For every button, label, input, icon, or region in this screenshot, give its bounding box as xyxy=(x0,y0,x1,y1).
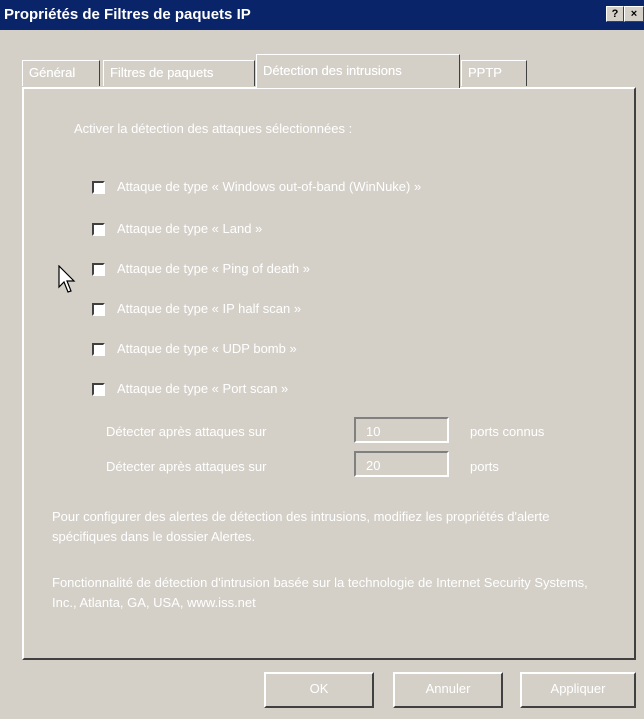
ok-button-label: OK xyxy=(309,681,329,696)
tab-pptp[interactable]: PPTP xyxy=(461,60,527,86)
attack-label-udp-bomb: Attaque de type « UDP bomb » xyxy=(117,341,297,356)
close-icon: × xyxy=(630,8,638,20)
mouse-pointer-icon xyxy=(58,265,76,293)
tab-pptp-label: PPTP xyxy=(468,65,502,80)
help-button[interactable]: ? xyxy=(606,6,624,22)
attack-checkbox-ip-half-scan[interactable] xyxy=(92,303,105,316)
cancel-button[interactable]: Annuler xyxy=(393,672,503,708)
apply-button-label: Appliquer xyxy=(550,681,606,696)
tab-packet-filters[interactable]: Filtres de paquets xyxy=(103,60,255,86)
ok-button[interactable]: OK xyxy=(264,672,374,708)
attack-checkbox-land[interactable] xyxy=(92,223,105,236)
attack-label-port-scan: Attaque de type « Port scan » xyxy=(117,381,289,396)
all-ports-input[interactable]: 20 xyxy=(354,451,449,477)
all-ports-suffix: ports xyxy=(470,459,499,474)
iss-credit: Fonctionnalité de détection d'intrusion … xyxy=(52,575,588,610)
title-bar: Propriétés de Filtres de paquets IP ? × xyxy=(0,0,644,30)
all-ports-label: Détecter après attaques sur xyxy=(106,459,267,474)
window-title: Propriétés de Filtres de paquets IP xyxy=(4,6,251,23)
apply-button[interactable]: Appliquer xyxy=(520,672,636,708)
intrusion-detection-panel: Activer la détection des attaques sélect… xyxy=(22,87,636,660)
attack-checkbox-ping-of-death[interactable] xyxy=(92,263,105,276)
well-known-ports-suffix: ports connus xyxy=(470,424,545,439)
attack-label-winnuke: Attaque de type « Windows out-of-band (W… xyxy=(117,179,422,194)
attack-checkbox-udp-bomb[interactable] xyxy=(92,343,105,356)
attack-label-ping-of-death: Attaque de type « Ping of death » xyxy=(117,261,310,276)
attack-checkbox-winnuke[interactable] xyxy=(92,181,105,194)
attacks-heading: Activer la détection des attaques sélect… xyxy=(74,121,353,136)
cancel-button-label: Annuler xyxy=(425,681,471,696)
attack-checkbox-port-scan[interactable] xyxy=(92,383,105,396)
alerts-note: Pour configurer des alertes de détection… xyxy=(52,509,550,544)
attack-label-land: Attaque de type « Land » xyxy=(117,221,263,236)
well-known-ports-input[interactable]: 10 xyxy=(354,417,449,443)
tab-general-label: Général xyxy=(29,65,76,80)
tab-intrusion-detection-label: Détection des intrusions xyxy=(263,63,402,78)
tab-intrusion-detection[interactable]: Détection des intrusions xyxy=(256,54,460,88)
tab-general[interactable]: Général xyxy=(22,60,100,86)
close-button[interactable]: × xyxy=(624,6,644,22)
tab-packet-filters-label: Filtres de paquets xyxy=(110,65,214,80)
help-icon: ? xyxy=(611,8,619,20)
attack-label-ip-half-scan: Attaque de type « IP half scan » xyxy=(117,301,302,316)
well-known-ports-label: Détecter après attaques sur xyxy=(106,424,267,439)
